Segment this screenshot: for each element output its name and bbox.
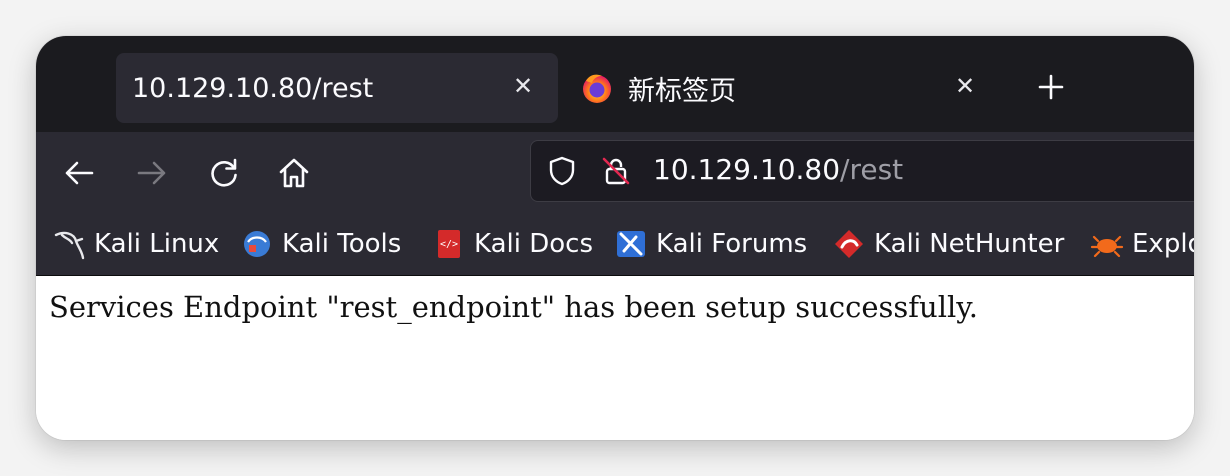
bookmark-label: Kali Linux — [94, 229, 220, 259]
reload-icon — [211, 158, 237, 187]
url-host: 10.129.10.80 — [653, 153, 841, 186]
firefox-icon — [583, 74, 611, 103]
forward-button[interactable] — [129, 150, 175, 196]
new-tab-button[interactable] — [1030, 66, 1072, 108]
url-text[interactable]: 10.129.10.80/rest — [653, 153, 903, 186]
address-bar[interactable]: 10.129.10.80/rest — [530, 140, 1194, 202]
bookmark-kali-forums[interactable]: Kali Forums — [614, 226, 807, 262]
kali-nethunter-icon — [835, 230, 863, 258]
navigation-toolbar: 10.129.10.80/rest — [36, 132, 1194, 214]
bookmark-label: Explo — [1132, 229, 1194, 259]
arrow-right-icon — [137, 161, 166, 185]
back-button[interactable] — [56, 150, 102, 196]
bookmark-label: Kali Docs — [474, 229, 594, 259]
page-message: Services Endpoint "rest_endpoint" has be… — [49, 290, 978, 324]
bookmark-exploit-db[interactable]: Explo — [1090, 226, 1194, 262]
bookmark-kali-tools[interactable]: Kali Tools — [240, 226, 401, 262]
home-icon — [279, 158, 309, 188]
plus-icon — [1038, 74, 1064, 100]
arrow-left-icon — [65, 161, 94, 185]
url-path: /rest — [840, 153, 904, 186]
shield-icon[interactable] — [545, 154, 579, 188]
bookmark-label: Kali NetHunter — [874, 229, 1065, 259]
reload-button[interactable] — [201, 150, 247, 196]
bookmark-label: Kali Forums — [656, 229, 808, 259]
tab-title: 10.129.10.80/rest — [132, 72, 374, 104]
bookmark-label: Kali Tools — [282, 229, 402, 259]
svg-text:</>: </> — [440, 239, 458, 250]
kali-forums-icon — [617, 231, 645, 257]
browser-window: 10.129.10.80/rest ✕ 新标签页 ✕ 10.129.10.80/… — [36, 36, 1194, 440]
bookmark-kali-nethunter[interactable]: Kali NetHunter — [832, 226, 1064, 262]
tab-active[interactable]: 10.129.10.80/rest ✕ — [116, 53, 558, 123]
tab-strip: 10.129.10.80/rest ✕ 新标签页 ✕ — [36, 36, 1194, 132]
kali-tools-icon — [244, 231, 270, 257]
close-icon[interactable]: ✕ — [508, 71, 538, 101]
bookmark-kali-linux[interactable]: Kali Linux — [52, 226, 219, 262]
exploit-db-icon — [1090, 235, 1124, 258]
close-icon[interactable]: ✕ — [950, 71, 980, 101]
bookmark-kali-docs[interactable]: </> Kali Docs — [432, 226, 593, 262]
tab-new-tab[interactable]: 新标签页 ✕ — [570, 53, 1000, 123]
kali-docs-icon: </> — [438, 230, 460, 258]
insecure-lock-icon[interactable] — [599, 154, 633, 188]
tab-title: 新标签页 — [628, 75, 736, 107]
home-button[interactable] — [271, 150, 317, 196]
kali-dragon-icon — [54, 231, 85, 260]
page-content: Services Endpoint "rest_endpoint" has be… — [36, 276, 1194, 440]
bookmarks-toolbar: Kali Linux Kali Tools </> Kali Docs Kali… — [36, 214, 1194, 276]
